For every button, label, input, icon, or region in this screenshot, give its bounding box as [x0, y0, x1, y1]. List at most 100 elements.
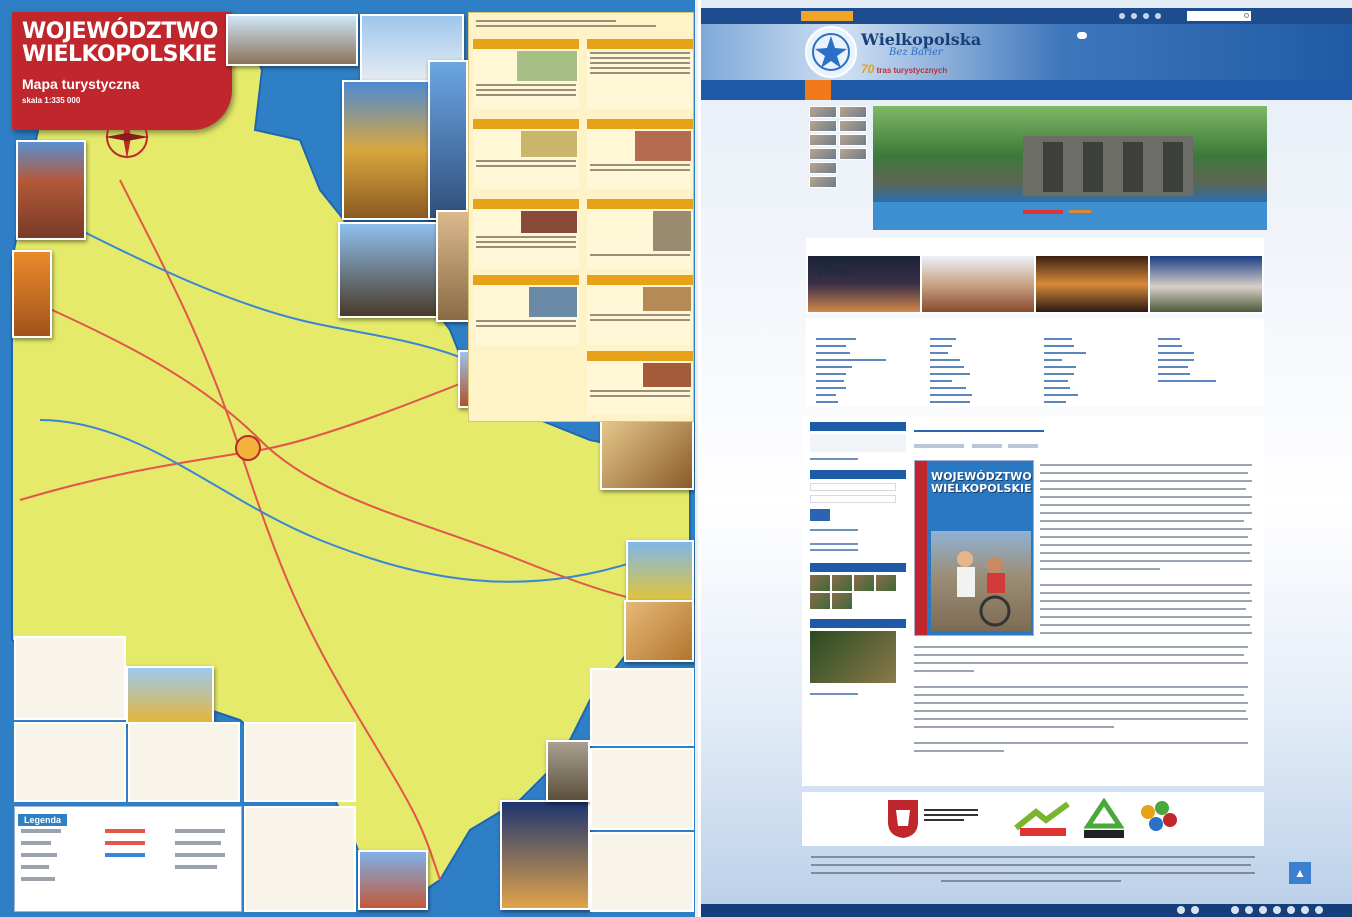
- place-link[interactable]: [1044, 336, 1072, 343]
- username-field[interactable]: [810, 483, 896, 491]
- rops-logo-icon[interactable]: [1080, 798, 1128, 840]
- place-link[interactable]: [930, 343, 952, 350]
- gallery-thumbnail[interactable]: [839, 134, 867, 146]
- place-link[interactable]: [1044, 343, 1074, 350]
- top-tag-button[interactable]: [801, 11, 853, 21]
- place-link[interactable]: [816, 371, 846, 378]
- font-size-icon[interactable]: [1245, 906, 1253, 914]
- gallery-thumbnail[interactable]: [809, 148, 837, 160]
- gallery-photo[interactable]: [810, 593, 830, 609]
- scroll-to-top-button[interactable]: ▲: [1289, 862, 1311, 884]
- place-link[interactable]: [1158, 350, 1194, 357]
- accessibility-icon[interactable]: [1177, 906, 1185, 914]
- gallery-thumbnail[interactable]: [809, 106, 837, 118]
- place-link[interactable]: [816, 385, 846, 392]
- youtube-icon[interactable]: [1143, 13, 1149, 19]
- recommended-photo-mytrip[interactable]: [922, 256, 1034, 312]
- font-size-icon[interactable]: [1231, 906, 1239, 914]
- place-link[interactable]: [1158, 357, 1194, 364]
- gallery-photo[interactable]: [832, 575, 852, 591]
- progres-logo-icon[interactable]: [1012, 798, 1072, 840]
- place-link[interactable]: [930, 378, 952, 385]
- place-link[interactable]: [816, 357, 886, 364]
- font-size-icon[interactable]: [1259, 906, 1267, 914]
- place-link[interactable]: [930, 336, 956, 343]
- place-link[interactable]: [1044, 378, 1068, 385]
- gallery-thumbnail[interactable]: [839, 148, 867, 160]
- contrast-icon[interactable]: [1191, 906, 1199, 914]
- remember-me-checkbox[interactable]: [810, 527, 906, 533]
- place-link[interactable]: [816, 392, 836, 399]
- place-link[interactable]: [1158, 364, 1188, 371]
- register-link[interactable]: [810, 547, 906, 553]
- nav-item[interactable]: [981, 80, 1003, 100]
- place-link[interactable]: [816, 364, 852, 371]
- gallery-thumbnail[interactable]: [839, 106, 867, 118]
- search-icon[interactable]: [1244, 13, 1249, 18]
- password-field[interactable]: [810, 495, 896, 503]
- place-link[interactable]: [1044, 399, 1066, 406]
- nav-item[interactable]: [1055, 80, 1083, 100]
- city-inset-map: [590, 668, 694, 746]
- marshal-office-logo[interactable]: [924, 806, 978, 824]
- twitter-icon[interactable]: [1131, 13, 1137, 19]
- gallery-thumbnail[interactable]: [809, 134, 837, 146]
- place-link[interactable]: [930, 392, 972, 399]
- place-link[interactable]: [1044, 357, 1062, 364]
- place-link[interactable]: [930, 364, 964, 371]
- gallery-thumbnail[interactable]: [809, 120, 837, 132]
- site-logo[interactable]: [805, 26, 857, 78]
- video-thumbnail[interactable]: [810, 631, 896, 683]
- place-link[interactable]: [930, 385, 966, 392]
- place-link[interactable]: [930, 371, 970, 378]
- place-link[interactable]: [816, 350, 850, 357]
- place-link[interactable]: [1158, 371, 1190, 378]
- place-link[interactable]: [816, 336, 856, 343]
- place-link[interactable]: [930, 350, 948, 357]
- place-link[interactable]: [816, 399, 838, 406]
- hero-image-canal-lock[interactable]: [873, 106, 1267, 230]
- login-button[interactable]: [810, 509, 830, 521]
- place-link[interactable]: [1044, 385, 1070, 392]
- font-size-icon[interactable]: [1315, 906, 1323, 914]
- gallery-thumbnail[interactable]: [809, 176, 837, 188]
- recommended-photo[interactable]: [1150, 256, 1262, 312]
- sidebar-link[interactable]: [810, 691, 906, 697]
- place-link[interactable]: [1158, 336, 1180, 343]
- nav-item[interactable]: [881, 80, 909, 100]
- font-size-icon[interactable]: [1273, 906, 1281, 914]
- place-link[interactable]: [1044, 371, 1074, 378]
- nav-item[interactable]: [953, 80, 975, 100]
- rss-icon[interactable]: [1155, 13, 1161, 19]
- place-link[interactable]: [816, 343, 846, 350]
- place-link[interactable]: [816, 378, 844, 385]
- place-link[interactable]: [1044, 392, 1078, 399]
- search-input[interactable]: [1187, 11, 1251, 21]
- gallery-photo[interactable]: [854, 575, 874, 591]
- font-size-icon[interactable]: [1287, 906, 1295, 914]
- gallery-thumbnail[interactable]: [809, 162, 837, 174]
- place-link[interactable]: [1044, 364, 1076, 371]
- wielkopolska-logo-icon[interactable]: [1136, 798, 1182, 840]
- font-size-icon[interactable]: [1301, 906, 1309, 914]
- gallery-photo[interactable]: [832, 593, 852, 609]
- facebook-icon[interactable]: [1119, 13, 1125, 19]
- nav-item[interactable]: [839, 80, 873, 100]
- article-title[interactable]: [914, 428, 1044, 434]
- gallery-thumbnail[interactable]: [839, 120, 867, 132]
- gallery-photo[interactable]: [810, 575, 830, 591]
- sidebar-widget[interactable]: [810, 434, 906, 452]
- sidebar-link[interactable]: [810, 456, 906, 462]
- place-link[interactable]: [930, 399, 970, 406]
- nav-item[interactable]: [1009, 80, 1049, 100]
- place-link[interactable]: [1158, 378, 1216, 385]
- article-text-line: [1040, 528, 1252, 530]
- recommended-photo[interactable]: [1036, 256, 1148, 312]
- place-link[interactable]: [930, 357, 960, 364]
- nav-item[interactable]: [915, 80, 945, 100]
- nav-item-home[interactable]: [805, 80, 831, 100]
- coat-of-arms-icon[interactable]: [886, 798, 920, 840]
- place-link[interactable]: [1158, 343, 1182, 350]
- gallery-photo[interactable]: [876, 575, 896, 591]
- place-link[interactable]: [1044, 350, 1086, 357]
